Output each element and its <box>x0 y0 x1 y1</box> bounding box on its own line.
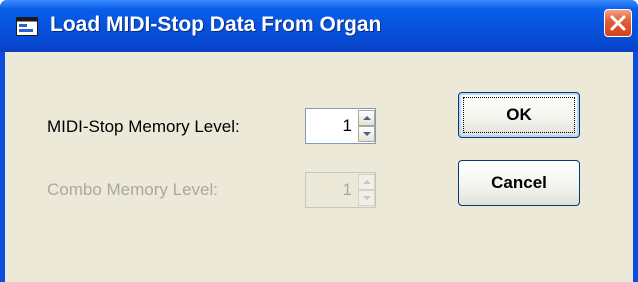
midi-stop-level-up-button[interactable] <box>358 110 375 126</box>
arrow-up-icon <box>363 116 371 120</box>
cancel-button-label: Cancel <box>491 173 547 192</box>
combo-level-up-button <box>358 174 375 190</box>
dialog-body: MIDI-Stop Memory Level: 1 Combo Memory L… <box>5 52 633 282</box>
arrow-down-icon <box>363 196 371 200</box>
arrow-up-icon <box>363 180 371 184</box>
combo-level-label: Combo Memory Level: <box>47 180 219 199</box>
combo-level-down-button <box>358 190 375 206</box>
window-app-icon <box>16 17 38 36</box>
midi-stop-level-label: MIDI-Stop Memory Level: <box>47 117 240 136</box>
midi-stop-level-value[interactable]: 1 <box>306 109 356 143</box>
midi-stop-level-down-button[interactable] <box>358 126 375 142</box>
combo-level-value: 1 <box>342 180 352 199</box>
title-bar[interactable]: Load MIDI-Stop Data From Organ <box>0 0 638 52</box>
close-button[interactable] <box>604 9 632 37</box>
ok-button-label: OK <box>506 105 532 124</box>
close-icon <box>610 15 626 31</box>
arrow-down-icon <box>363 132 371 136</box>
window-title: Load MIDI-Stop Data From Organ <box>50 13 382 36</box>
dialog-window: Load MIDI-Stop Data From Organ MIDI-Stop… <box>0 0 638 282</box>
combo-level-spinner: 1 <box>305 172 376 208</box>
cancel-button[interactable]: Cancel <box>458 160 580 206</box>
ok-button[interactable]: OK <box>458 92 580 138</box>
midi-stop-level-spinner[interactable]: 1 <box>305 108 376 144</box>
